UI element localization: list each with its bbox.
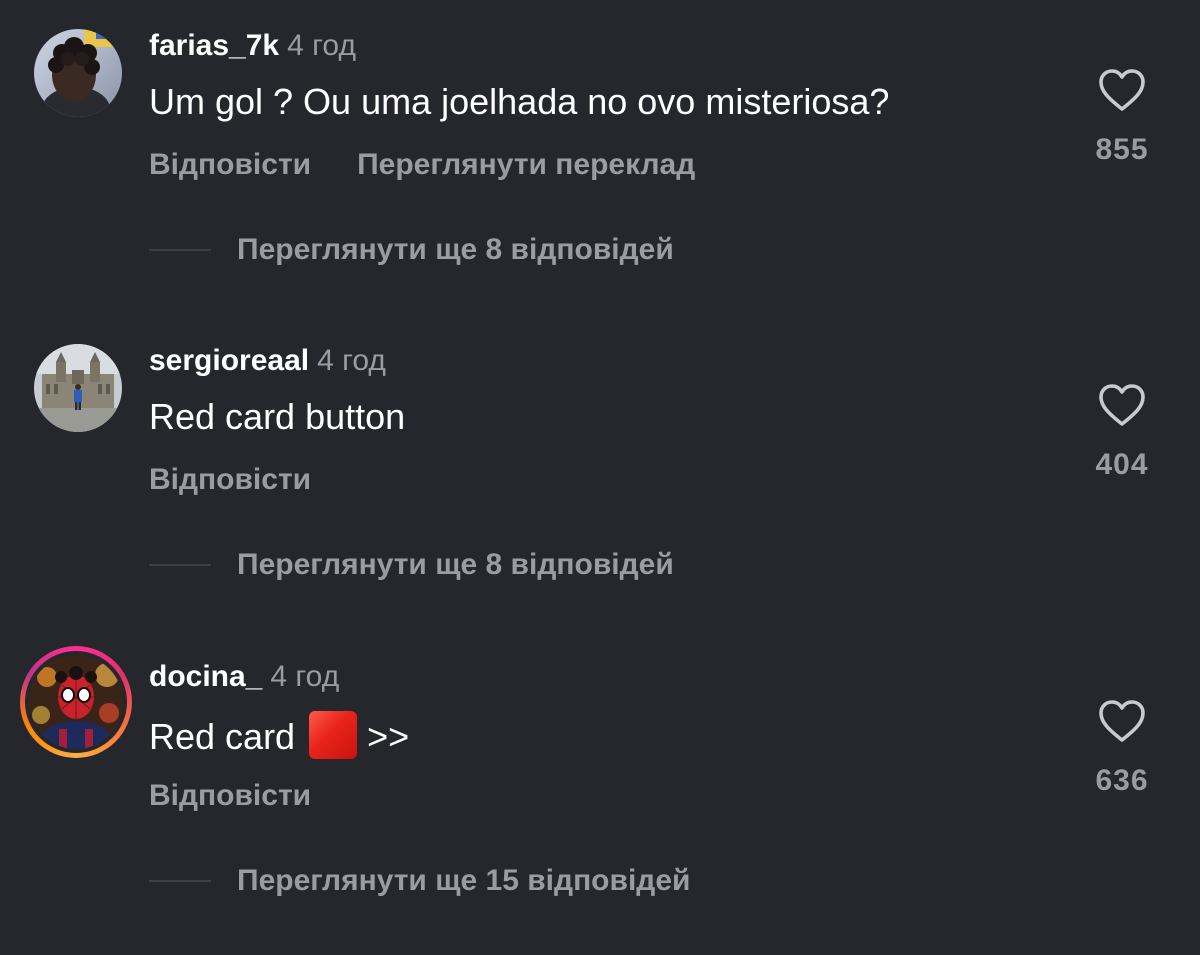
heart-outline-icon[interactable] bbox=[1098, 383, 1146, 427]
avatar-image bbox=[34, 29, 122, 117]
view-replies-button[interactable]: Переглянути ще 15 відповідей bbox=[149, 861, 690, 901]
comment-item: sergioreaal 4 год Red card button Відпові… bbox=[0, 315, 1200, 630]
replies-divider bbox=[149, 564, 211, 566]
reply-button[interactable]: Відповісти bbox=[149, 463, 311, 496]
replies-divider bbox=[149, 249, 211, 251]
red-square-emoji bbox=[309, 711, 358, 759]
see-translation-button[interactable]: Переглянути переклад bbox=[357, 148, 695, 181]
reply-button[interactable]: Відповісти bbox=[149, 779, 311, 812]
comment-item: farias_7k 4 год Um gol ? Ou uma joelhada … bbox=[0, 0, 1200, 315]
timestamp: 4 год bbox=[317, 344, 386, 377]
heart-outline-icon[interactable] bbox=[1098, 68, 1146, 112]
comment-text: Red card >> bbox=[149, 711, 409, 759]
comment-text: Um gol ? Ou uma joelhada no ovo misterio… bbox=[149, 81, 890, 122]
avatar[interactable] bbox=[20, 646, 132, 758]
view-replies-label: Переглянути ще 8 відповідей bbox=[237, 548, 674, 581]
comment-header: sergioreaal 4 год bbox=[149, 343, 386, 379]
comment-text: Red card button bbox=[149, 396, 406, 437]
comment-actions: Відповісти bbox=[149, 461, 311, 499]
like-control[interactable]: 404 bbox=[1082, 383, 1162, 483]
replies-divider bbox=[149, 880, 211, 882]
like-count: 855 bbox=[1095, 133, 1149, 166]
heart-outline-icon[interactable] bbox=[1098, 699, 1146, 743]
view-replies-button[interactable]: Переглянути ще 8 відповідей bbox=[149, 230, 674, 270]
comment-actions: Відповісти Переглянути переклад bbox=[149, 146, 695, 184]
username[interactable]: docina_ bbox=[149, 660, 262, 693]
comment-text-end: >> bbox=[367, 716, 410, 757]
view-replies-label: Переглянути ще 15 відповідей bbox=[237, 864, 691, 897]
comment-item: docina_ 4 год Red card >> Відповісти 636 … bbox=[0, 631, 1200, 946]
comment-actions: Відповісти bbox=[149, 777, 311, 815]
like-count: 636 bbox=[1095, 764, 1149, 797]
comment-text-start: Red card bbox=[149, 716, 296, 757]
like-count: 404 bbox=[1095, 448, 1149, 481]
avatar-image bbox=[29, 655, 123, 749]
comment-header: farias_7k 4 год bbox=[149, 28, 356, 64]
view-replies-button[interactable]: Переглянути ще 8 відповідей bbox=[149, 545, 674, 585]
like-control[interactable]: 636 bbox=[1082, 699, 1162, 799]
comment-header: docina_ 4 год bbox=[149, 659, 339, 695]
timestamp: 4 год bbox=[270, 660, 340, 693]
story-ring bbox=[20, 646, 132, 758]
username[interactable]: farias_7k bbox=[149, 29, 279, 62]
username[interactable]: sergioreaal bbox=[149, 344, 309, 377]
avatar[interactable] bbox=[34, 29, 124, 119]
avatar[interactable] bbox=[34, 344, 124, 434]
like-control[interactable]: 855 bbox=[1082, 68, 1162, 168]
avatar-image bbox=[34, 344, 122, 432]
story-ring-gap bbox=[25, 651, 127, 753]
timestamp: 4 год bbox=[287, 29, 356, 62]
reply-button[interactable]: Відповісти bbox=[149, 148, 311, 181]
view-replies-label: Переглянути ще 8 відповідей bbox=[237, 233, 674, 266]
